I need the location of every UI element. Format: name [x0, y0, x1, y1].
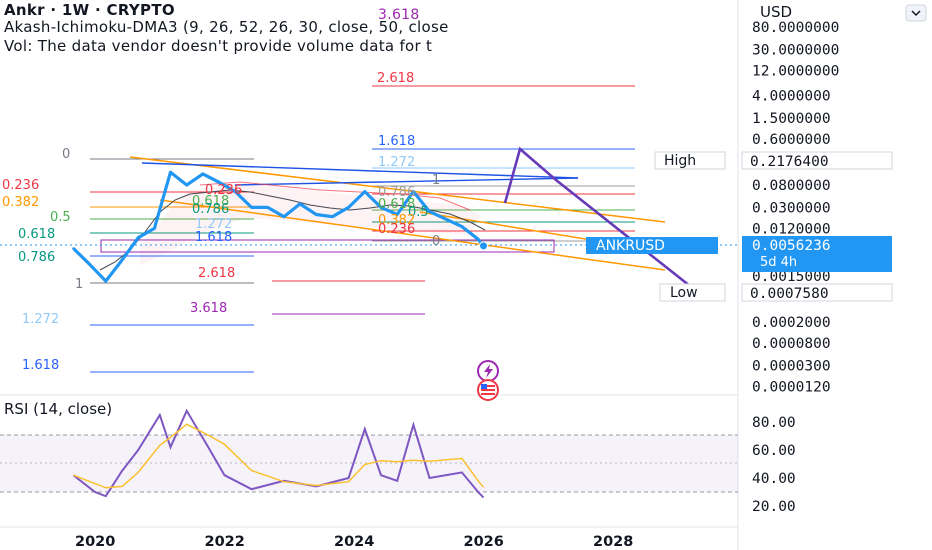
price-tick-label: 12.0000000 [752, 63, 839, 79]
price-point [315, 213, 318, 216]
price-point [331, 215, 334, 218]
rsi-tick-label: 20.00 [752, 499, 796, 515]
price-point [363, 190, 366, 193]
price-point [298, 202, 302, 206]
flag-icon[interactable] [477, 379, 499, 401]
svg-text:ANKRUSD: ANKRUSD [596, 238, 665, 254]
price-point [428, 210, 431, 213]
time-tick-label: 2028 [593, 534, 633, 550]
fib-label: 1.272 [378, 155, 415, 170]
fib-label: 1.618 [22, 358, 59, 373]
svg-text:Low: Low [670, 285, 698, 301]
price-point [266, 206, 269, 209]
price-tick-label: 0.0002000 [752, 315, 831, 331]
price-tick-label: 0.0800000 [752, 178, 831, 194]
svg-text:5d 4h: 5d 4h [760, 255, 797, 270]
time-tick-label: 2024 [334, 534, 374, 550]
price-tick-label: 30.0000000 [752, 42, 839, 58]
lightning-icon[interactable] [477, 360, 499, 382]
chevron-collapse-icon[interactable] [905, 4, 927, 22]
fib-label: 0.236 [378, 222, 415, 237]
fib-label: 3.618 [190, 301, 227, 316]
price-tick-label: 0.0120000 [752, 221, 831, 237]
fib-label: 0 [62, 147, 70, 162]
price-point [201, 172, 205, 176]
price-point [347, 206, 350, 209]
price-point [153, 227, 156, 230]
price-point [88, 263, 91, 266]
fib-label: 1 [432, 173, 440, 188]
rsi-title: RSI (14, close) [4, 400, 112, 418]
price-tick-label: 1.5000000 [752, 111, 831, 127]
price-point [169, 170, 172, 174]
projection-path [503, 146, 691, 288]
price-tick-label: 0.0000800 [752, 336, 831, 352]
fib-label: 0.618 [18, 227, 55, 242]
chart-canvas[interactable]: 2.618 1.618 1.272 1 0.786 0.618 0.5 0.38… [0, 0, 932, 550]
svg-text:0.0056236: 0.0056236 [752, 238, 831, 254]
fib-label: 0.786 [192, 202, 229, 217]
fib-label: 2.618 [377, 71, 414, 86]
symbol-title[interactable]: Ankr · 1W · CRYPTO [4, 1, 175, 19]
fib-label: 3.618 [378, 7, 420, 23]
price-point [476, 237, 480, 241]
svg-text:0.2176400: 0.2176400 [750, 154, 829, 170]
fib-label: 1.618 [195, 230, 232, 245]
rsi-tick-label: 80.00 [752, 415, 796, 431]
fib-label: 0.236 [2, 178, 39, 193]
price-point [104, 279, 107, 283]
price-tick-label: 0.0000120 [752, 379, 831, 395]
currency-selector[interactable]: USD [760, 3, 792, 21]
price-point [136, 236, 140, 239]
price-point [250, 206, 253, 209]
fib-label: 0 [432, 234, 440, 249]
svg-text:0.0007580: 0.0007580 [750, 286, 829, 302]
price-point [282, 215, 286, 218]
price-tick-label: 4.0000000 [752, 88, 831, 104]
low-tag: Low 0.0007580 [659, 283, 893, 302]
fib-label: 0.5 [50, 210, 71, 225]
fib-label: 0.786 [18, 250, 55, 265]
price-point [460, 225, 464, 228]
time-tick-label: 2026 [464, 534, 504, 550]
high-tag: High 0.2176400 [654, 151, 893, 170]
price-point [72, 247, 75, 250]
last-price-dot [479, 241, 488, 251]
volume-legend[interactable]: Vol: The data vendor doesn't provide vol… [4, 37, 432, 55]
fib-label: 1.272 [22, 312, 59, 327]
price-tick-label: 0.0000300 [752, 359, 831, 375]
fib-label: 2.618 [198, 266, 235, 281]
rsi-tick-label: 40.00 [752, 471, 796, 487]
fib-label: 1 [75, 277, 83, 292]
rsi-tick-label: 60.00 [752, 443, 796, 459]
price-point [444, 217, 447, 221]
svg-text:High: High [664, 153, 696, 169]
fib-label: 0.382 [2, 195, 39, 210]
price-point [185, 183, 188, 187]
price-point [120, 258, 124, 262]
time-tick-label: 2020 [75, 534, 115, 550]
price-tick-label: 0.0300000 [752, 200, 831, 216]
fib-label: 1.618 [378, 134, 415, 149]
fib-label: 0.236 [205, 183, 242, 198]
time-tick-label: 2022 [205, 534, 245, 550]
price-tick-label: 0.6000000 [752, 132, 831, 148]
